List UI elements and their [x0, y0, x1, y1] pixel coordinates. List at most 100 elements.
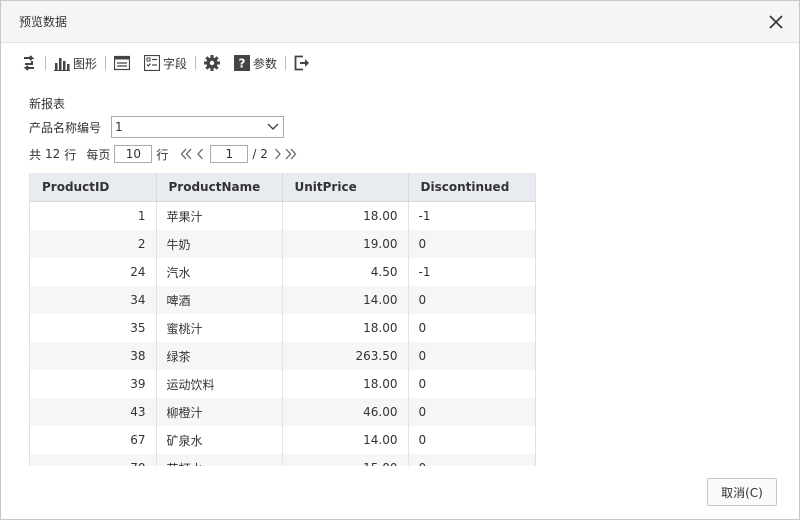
product-name-cell: 矿泉水: [156, 426, 283, 454]
toolbar-separator: [45, 56, 46, 70]
report-name: 新报表: [29, 97, 66, 111]
product-name-cell: 苹果汁: [156, 201, 283, 230]
svg-text:?: ?: [239, 57, 246, 71]
discontinued-cell: 0: [418, 433, 427, 447]
parameter-label: 产品名称编号: [29, 120, 102, 135]
exit-button[interactable]: [294, 55, 310, 71]
product-name-cell: 啤酒: [156, 286, 283, 314]
chevron-down-icon: [267, 123, 279, 130]
total-suffix: 行: [64, 147, 77, 162]
parameter-row: 产品名称编号 1: [29, 116, 799, 138]
discontinued-cell: -1: [418, 265, 431, 279]
dialog-title-bar: 预览数据: [1, 1, 799, 43]
product-id-cell: 67: [30, 426, 157, 454]
per-page-input[interactable]: 10: [114, 145, 153, 163]
field-button[interactable]: 字段: [144, 55, 187, 72]
table-row: 35 蜜桃汁 18.00 0: [30, 314, 535, 342]
chart-button[interactable]: 图形: [54, 55, 97, 72]
table-header-row: ProductID ProductName UnitPrice Disconti…: [30, 173, 535, 202]
table-view-button[interactable]: [114, 55, 131, 71]
table-row: 38 绿茶 263.50 0: [30, 342, 535, 370]
product-id-cell: 24: [30, 258, 157, 286]
unit-price-cell: 4.50: [282, 258, 409, 286]
first-page-button[interactable]: [180, 148, 192, 160]
exit-icon: [294, 55, 310, 71]
current-page-input[interactable]: 1: [210, 145, 249, 163]
unit-price-cell: 14.00: [282, 286, 409, 314]
toolbar: 图形 字段 ? 参数: [1, 43, 799, 83]
unit-price-cell: 18.00: [282, 314, 409, 342]
product-name-cell: 汽水: [156, 258, 283, 286]
unit-price-cell: 14.00: [282, 426, 409, 454]
parameter-button[interactable]: ? 参数: [234, 55, 277, 72]
column-header[interactable]: Discontinued: [408, 173, 535, 202]
gear-icon: [204, 55, 221, 71]
unit-price-cell: 19.00: [282, 230, 409, 258]
product-name-cell: 运动饮料: [156, 370, 283, 398]
product-name-cell: 柳橙汁: [156, 398, 283, 426]
parameter-button-label: 参数: [253, 56, 278, 71]
product-name-cell: 牛奶: [156, 230, 283, 258]
cancel-button[interactable]: 取消(C): [707, 478, 777, 506]
column-header[interactable]: ProductID: [30, 173, 157, 202]
page-total: / 2: [252, 147, 268, 161]
toolbar-separator: [105, 56, 107, 70]
question-icon: ?: [234, 55, 251, 71]
discontinued-cell: 0: [408, 398, 535, 426]
preview-data-dialog: 预览数据 图形 字段 ? 参数 新报表 产品名称编号 1 共 12 行 每页 1…: [0, 0, 800, 520]
unit-price-cell: 263.50: [282, 342, 409, 370]
table-row: 67 矿泉水 14.00 0: [30, 426, 535, 454]
unit-price-cell: 18.00: [282, 201, 409, 230]
refresh-button[interactable]: [21, 55, 37, 71]
table-row: 43 柳橙汁 46.00 0: [30, 398, 535, 426]
table-row: 34 啤酒 14.00 0: [30, 286, 535, 314]
discontinued-cell: 0: [408, 230, 535, 258]
table-row: 39 运动饮料 18.00 0: [30, 370, 535, 398]
table-row: 70 苏打水 15.00 0: [30, 454, 535, 466]
refresh-icon: [23, 55, 35, 71]
discontinued-cell: 0: [418, 321, 427, 335]
chevron-right-icon: [274, 148, 281, 160]
toolbar-separator: [195, 56, 197, 70]
table-row: 2 牛奶 19.00 0: [30, 230, 535, 258]
unit-price-cell: 18.00: [282, 370, 409, 398]
product-id-cell: 2: [30, 230, 157, 258]
double-chevron-right-icon: [285, 148, 297, 160]
discontinued-cell: 0: [408, 342, 535, 370]
product-id-select[interactable]: 1: [111, 116, 285, 138]
field-button-label: 字段: [163, 56, 188, 71]
close-button[interactable]: [765, 11, 787, 33]
product-id-cell: 34: [30, 286, 157, 314]
product-id-cell: 70: [30, 454, 157, 466]
product-id-cell: 1: [30, 201, 157, 230]
data-table: ProductID ProductName UnitPrice Disconti…: [30, 173, 535, 466]
chevron-left-icon: [197, 148, 204, 160]
previous-page-button[interactable]: [196, 148, 204, 160]
product-name-cell: 绿茶: [156, 342, 283, 370]
column-header[interactable]: ProductName: [156, 173, 283, 202]
dialog-title: 预览数据: [19, 15, 68, 29]
column-header[interactable]: UnitPrice: [282, 173, 409, 202]
per-page-suffix: 行: [156, 147, 169, 162]
discontinued-cell: -1: [418, 209, 431, 223]
last-page-button[interactable]: [285, 148, 297, 160]
product-name-cell: 苏打水: [156, 454, 283, 466]
toolbar-separator: [285, 56, 287, 70]
product-id-cell: 35: [30, 314, 157, 342]
table-row: 1 苹果汁 18.00 -1: [30, 201, 535, 230]
settings-button[interactable]: [204, 55, 221, 71]
double-chevron-left-icon: [180, 148, 192, 160]
bar-chart-icon: [54, 58, 70, 71]
product-id-cell: 38: [30, 342, 157, 370]
discontinued-cell: 0: [418, 377, 427, 391]
product-id-cell: 43: [30, 398, 157, 426]
close-icon: [769, 14, 783, 29]
pager: 共 12 行 每页 10 行 1 / 2: [29, 143, 799, 165]
content-area: 新报表 产品名称编号 1 共 12 行 每页 10 行 1 / 2: [1, 83, 799, 165]
total-count: 12: [45, 147, 61, 161]
discontinued-cell: 0: [408, 286, 535, 314]
total-prefix: 共: [29, 147, 42, 162]
data-table-container[interactable]: ProductID ProductName UnitPrice Disconti…: [29, 173, 536, 466]
table-view-icon: [114, 55, 131, 71]
next-page-button[interactable]: [274, 148, 282, 160]
